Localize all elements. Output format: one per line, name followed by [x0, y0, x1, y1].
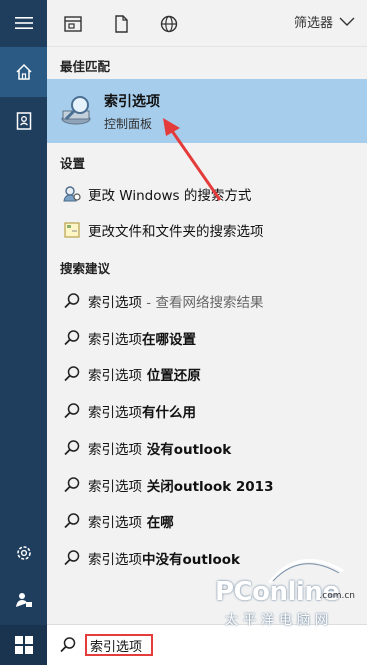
- suggestion-label: 索引选项 关闭outlook 2013: [88, 475, 273, 495]
- suggestion-label: 索引选项在哪设置: [88, 328, 196, 348]
- suggestion-item[interactable]: 索引选项 位置还原: [47, 357, 367, 391]
- folder-options-icon: [59, 220, 85, 240]
- suggestion-prefix: 索引选项: [88, 478, 142, 495]
- search-icon: [59, 401, 85, 421]
- settings-item-label: 更改 Windows 的搜索方式: [88, 188, 252, 204]
- best-match-subtitle: 控制面板: [104, 117, 153, 131]
- best-match-title: 索引选项: [104, 94, 160, 110]
- hamburger-icon: [14, 17, 33, 29]
- filter-dropdown[interactable]: 筛选器: [294, 12, 355, 31]
- suggestions-heading: 搜索建议: [60, 261, 111, 276]
- notebook-button[interactable]: [0, 98, 47, 144]
- hamburger-menu-button[interactable]: [0, 0, 47, 46]
- search-icon: [60, 637, 76, 653]
- search-icon: [59, 291, 85, 311]
- settings-button[interactable]: [0, 536, 47, 570]
- suggestion-note: - 查看网络搜索结果: [142, 295, 264, 311]
- feedback-button[interactable]: [0, 582, 47, 618]
- suggestion-prefix: 索引选项: [88, 405, 142, 422]
- suggestion-prefix: 索引选项: [88, 515, 142, 532]
- start-rail: [0, 0, 47, 665]
- suggestion-item[interactable]: 索引选项 - 查看网络搜索结果: [47, 284, 367, 318]
- suggestion-item[interactable]: 索引选项 关闭outlook 2013: [47, 468, 367, 502]
- suggestion-label: 索引选项 位置还原: [88, 364, 201, 384]
- apps-filter-icon[interactable]: [63, 14, 83, 34]
- search-settings-icon: [59, 184, 85, 204]
- suggestion-label: 索引选项 在哪: [88, 511, 174, 531]
- home-button[interactable]: [0, 47, 47, 97]
- suggestion-prefix: 索引选项: [88, 441, 142, 458]
- suggestion-completion: 在哪: [142, 515, 174, 532]
- suggestion-completion: 位置还原: [142, 368, 201, 385]
- search-icon: [59, 438, 85, 458]
- notebook-icon: [16, 112, 31, 130]
- suggestion-label: 索引选项有什么用: [88, 401, 196, 421]
- suggestion-label: 索引选项 - 查看网络搜索结果: [88, 291, 263, 311]
- suggestion-completion: 关闭outlook 2013: [142, 478, 274, 495]
- feedback-person-icon: [15, 593, 32, 607]
- search-icon: [59, 548, 85, 568]
- gear-icon: [16, 546, 31, 560]
- filter-label: 筛选器: [293, 16, 333, 31]
- web-filter-icon[interactable]: [159, 14, 179, 34]
- settings-heading: 设置: [60, 156, 86, 171]
- suggestion-item[interactable]: 索引选项 没有outlook: [47, 431, 367, 465]
- settings-item-label: 更改文件和文件夹的搜索选项: [88, 224, 264, 240]
- best-match-heading: 最佳匹配: [60, 59, 111, 74]
- suggestion-completion: 在哪设置: [142, 331, 196, 348]
- chevron-down-icon: [339, 17, 355, 26]
- search-icon: [59, 475, 85, 495]
- suggestion-item[interactable]: 索引选项 在哪: [47, 504, 367, 538]
- suggestion-label: 索引选项 没有outlook: [88, 438, 231, 458]
- suggestion-prefix: 索引选项: [88, 551, 142, 568]
- search-icon: [59, 328, 85, 348]
- suggestion-prefix: 索引选项: [88, 368, 142, 385]
- search-icon: [59, 511, 85, 531]
- documents-filter-icon[interactable]: [111, 14, 131, 34]
- search-icon: [59, 364, 85, 384]
- watermark-domain: .com.cn: [319, 591, 355, 601]
- watermark-chinese-name: 太平洋电脑网: [225, 613, 334, 628]
- search-input[interactable]: 索引选项: [85, 634, 153, 656]
- start-button[interactable]: [0, 625, 47, 665]
- suggestion-prefix: 索引选项: [88, 295, 142, 311]
- pconline-watermark: PConline .com.cn 太平洋电脑网: [209, 551, 361, 629]
- search-box[interactable]: 索引选项: [47, 624, 367, 665]
- indexing-options-icon: [61, 96, 91, 125]
- suggestion-item[interactable]: 索引选项有什么用: [47, 394, 367, 428]
- suggestion-completion: 有什么用: [142, 405, 196, 422]
- suggestion-prefix: 索引选项: [88, 331, 142, 348]
- search-filter-bar: 筛选器: [47, 0, 367, 47]
- suggestion-item[interactable]: 索引选项在哪设置: [47, 321, 367, 355]
- best-match-result[interactable]: 索引选项 控制面板: [47, 79, 367, 143]
- windows-logo-icon: [14, 636, 33, 654]
- settings-item[interactable]: 更改 Windows 的搜索方式: [47, 177, 367, 211]
- home-icon: [15, 63, 32, 80]
- settings-item[interactable]: 更改文件和文件夹的搜索选项: [47, 213, 367, 247]
- suggestion-completion: 没有outlook: [142, 441, 232, 458]
